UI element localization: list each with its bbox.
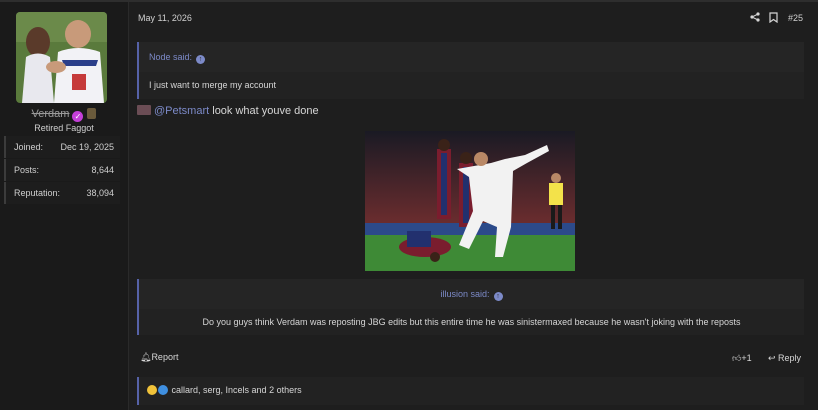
reply-button[interactable]: ↩ Reply bbox=[768, 353, 801, 364]
message-text: @Petsmart look what youve done bbox=[137, 105, 319, 117]
user-title: Retired Faggot bbox=[34, 123, 94, 133]
quote-body: I just want to merge my account bbox=[139, 72, 804, 99]
share-icon[interactable] bbox=[750, 12, 760, 22]
quote-text: I just want to merge my account bbox=[149, 80, 277, 90]
thumbs-up-icon: 👍︎ bbox=[732, 353, 742, 363]
quote-author[interactable]: Node said: bbox=[149, 52, 192, 62]
arrow-up-icon[interactable]: ↑ bbox=[493, 292, 503, 301]
quote-block: illusion said: ↑ Do you guys think Verdam… bbox=[137, 279, 804, 335]
like-count: +1 bbox=[741, 353, 752, 363]
report-label: Report bbox=[151, 352, 179, 362]
stat-posts: Posts: 8,644 bbox=[4, 159, 120, 181]
reactions-summary[interactable]: callard, serg, Incels and 2 others bbox=[147, 385, 302, 395]
message-content: look what youve done bbox=[209, 105, 319, 117]
quote-body: Do you guys think Verdam was reposting J… bbox=[139, 309, 804, 335]
reactions-text: callard, serg, Incels and 2 others bbox=[171, 385, 302, 395]
user-avatar-mini-icon bbox=[137, 105, 151, 115]
post-date[interactable]: May 11, 2026 bbox=[138, 13, 192, 23]
user-sidebar: Verdam ✓ Retired Faggot Joined: Dec 19, 2… bbox=[0, 2, 129, 410]
quote-header[interactable]: Node said: ↑ bbox=[149, 52, 206, 64]
post-body: May 11, 2026 #25 Node said: ↑ I just want… bbox=[129, 2, 818, 410]
stat-value: Dec 19, 2025 bbox=[60, 142, 114, 152]
laugh-emoji-icon bbox=[147, 385, 157, 395]
stat-value: 38,094 bbox=[86, 188, 114, 198]
avatar[interactable] bbox=[16, 12, 107, 103]
username[interactable]: Verdam bbox=[32, 108, 70, 120]
quote-header[interactable]: illusion said: ↑ bbox=[139, 289, 804, 301]
stat-label: Posts: bbox=[14, 165, 40, 175]
reply-icon: ↩ bbox=[768, 353, 779, 363]
stat-value: 8,644 bbox=[91, 165, 114, 175]
quote-author[interactable]: illusion said: bbox=[440, 289, 489, 299]
bookmark-icon[interactable] bbox=[769, 12, 778, 23]
report-button[interactable]: 🔔︎Report bbox=[140, 352, 178, 363]
like-emoji-icon bbox=[158, 385, 168, 395]
verified-badge-icon: ✓ bbox=[72, 111, 84, 122]
mention-link[interactable]: @Petsmart bbox=[154, 105, 209, 117]
username-row: Verdam ✓ bbox=[0, 108, 128, 122]
quote-block: Node said: ↑ I just want to merge my acco… bbox=[137, 42, 804, 99]
stat-reputation: Reputation: 38,094 bbox=[4, 182, 120, 204]
trophy-badge-icon bbox=[87, 108, 97, 119]
stat-joined: Joined: Dec 19, 2025 bbox=[4, 136, 120, 158]
stat-label: Joined: bbox=[14, 142, 44, 152]
attached-image[interactable] bbox=[365, 131, 575, 271]
bell-icon: 🔔︎ bbox=[140, 352, 152, 362]
arrow-up-icon[interactable]: ↑ bbox=[196, 55, 206, 64]
like-button[interactable]: 👍︎+1 bbox=[732, 353, 752, 364]
post-number[interactable]: #25 bbox=[788, 13, 803, 23]
user-stats: Joined: Dec 19, 2025 Posts: 8,644 Reputa… bbox=[4, 136, 120, 205]
reactions-bar[interactable]: callard, serg, Incels and 2 others bbox=[137, 377, 804, 405]
reply-label: Reply bbox=[778, 353, 802, 363]
forum-post: Verdam ✓ Retired Faggot Joined: Dec 19, 2… bbox=[0, 0, 818, 410]
stat-label: Reputation: bbox=[14, 188, 61, 198]
